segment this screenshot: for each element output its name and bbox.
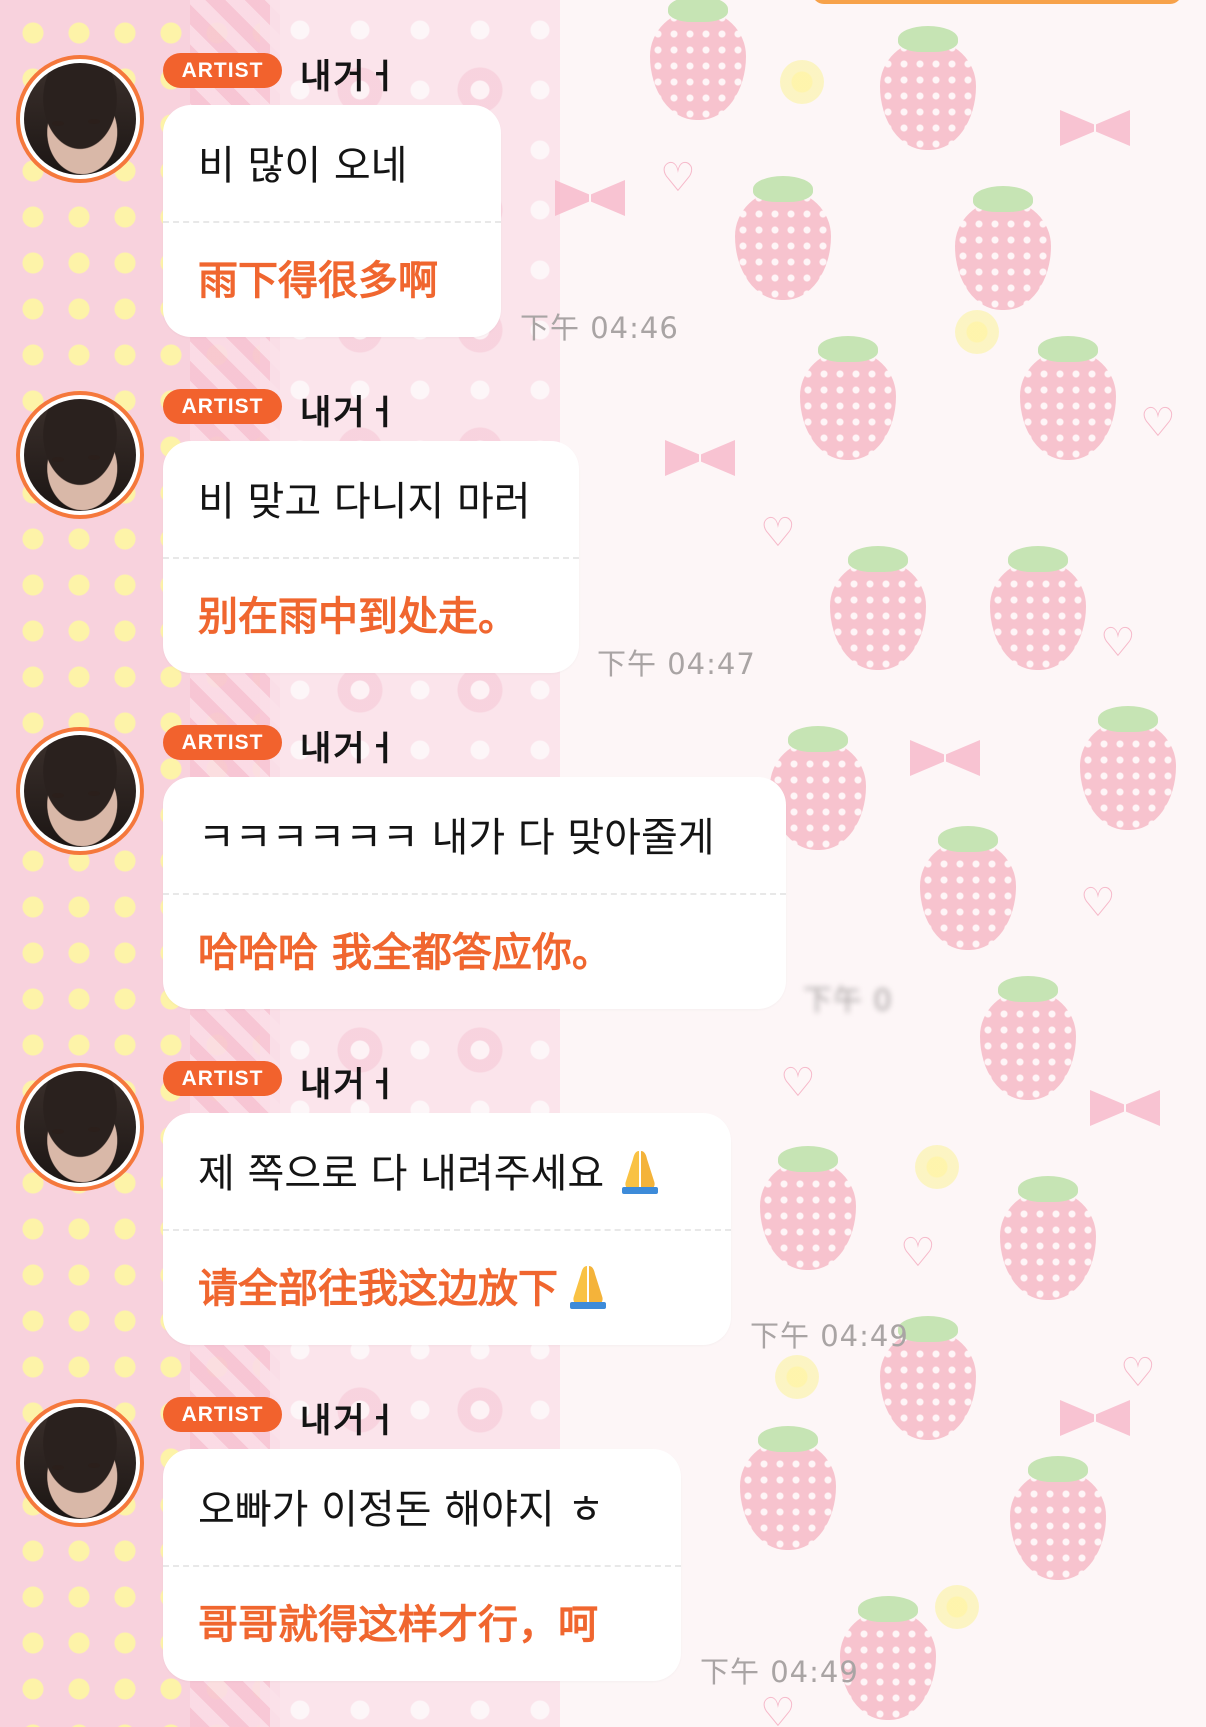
artist-avatar[interactable] [16,1399,144,1527]
artist-avatar[interactable] [16,1063,144,1191]
message-bubble[interactable]: 제 쪽으로 다 내려주세요 请全部往我这边放下 [163,1113,731,1345]
sender-name: 내거ㅓ [300,393,400,433]
message-bubble[interactable]: 오빠가 이정돈 해야지 ㅎ 哥哥就得这样才行，呵 [163,1449,681,1681]
artist-badge: ARTIST [163,1397,282,1432]
avatar-photo [24,735,136,847]
message-original-text: 오빠가 이정돈 해야지 ㅎ [198,1487,605,1533]
sender-name: 내거ㅓ [300,729,400,769]
message-original-text: 비 맞고 다니지 마러 [198,479,531,525]
avatar-photo [24,1071,136,1183]
message-timestamp: 下午 04:46 [520,311,679,345]
avatar-photo [24,63,136,175]
sender-name: 내거ㅓ [300,57,400,97]
sender-name: 내거ㅓ [300,1065,400,1105]
message-timestamp: 下午 04:49 [700,1655,859,1689]
chinese-text: 请全部往我这边放下 [198,1266,558,1312]
folded-hands-icon [622,1151,659,1194]
message-original-text: 제 쪽으로 다 내려주세요 [198,1141,666,1199]
translation-divider [163,1229,731,1231]
korean-text: 제 쪽으로 다 내려주세요 [198,1151,605,1197]
message-timestamp: 下午 04:49 [750,1319,909,1353]
avatar-photo [24,1407,136,1519]
artist-badge: ARTIST [163,389,282,424]
message-bubble[interactable]: 비 많이 오네 雨下得很多啊 [163,105,501,337]
message-bubble[interactable]: 비 맞고 다니지 마러 别在雨中到处走。 [163,441,579,673]
artist-badge: ARTIST [163,1061,282,1096]
artist-avatar[interactable] [16,55,144,183]
folded-hands-icon [570,1266,606,1309]
artist-avatar[interactable] [16,727,144,855]
sender-name: 내거ㅓ [300,1401,400,1441]
translation-divider [163,557,579,559]
translation-divider [163,221,501,223]
message-translation-text: 请全部往我这边放下 [198,1256,614,1314]
message-translation-text: 别在雨中到处走。 [198,594,518,640]
translation-divider [163,893,786,895]
artist-avatar[interactable] [16,391,144,519]
artist-badge: ARTIST [163,725,282,760]
message-translation-text: 雨下得很多啊 [198,258,438,304]
artist-badge: ARTIST [163,53,282,88]
avatar-photo [24,399,136,511]
message-timestamp: 下午 0 [803,983,893,1017]
message-translation-text: 哈哈哈 我全都答应你。 [198,930,612,976]
message-original-text: 비 많이 오네 [198,143,408,189]
translation-divider [163,1565,681,1567]
message-bubble[interactable]: ㅋㅋㅋㅋㅋㅋ 내가 다 맞아줄게 哈哈哈 我全都答应你。 [163,777,786,1009]
message-original-text: ㅋㅋㅋㅋㅋㅋ 내가 다 맞아줄게 [198,815,715,861]
message-timestamp: 下午 04:47 [597,647,756,681]
message-translation-text: 哥哥就得这样才行，呵 [198,1602,598,1648]
chat-message-list[interactable]: ARTIST 내거ㅓ 비 많이 오네 雨下得很多啊 下午 04:46 ARTIS… [0,0,1206,1727]
